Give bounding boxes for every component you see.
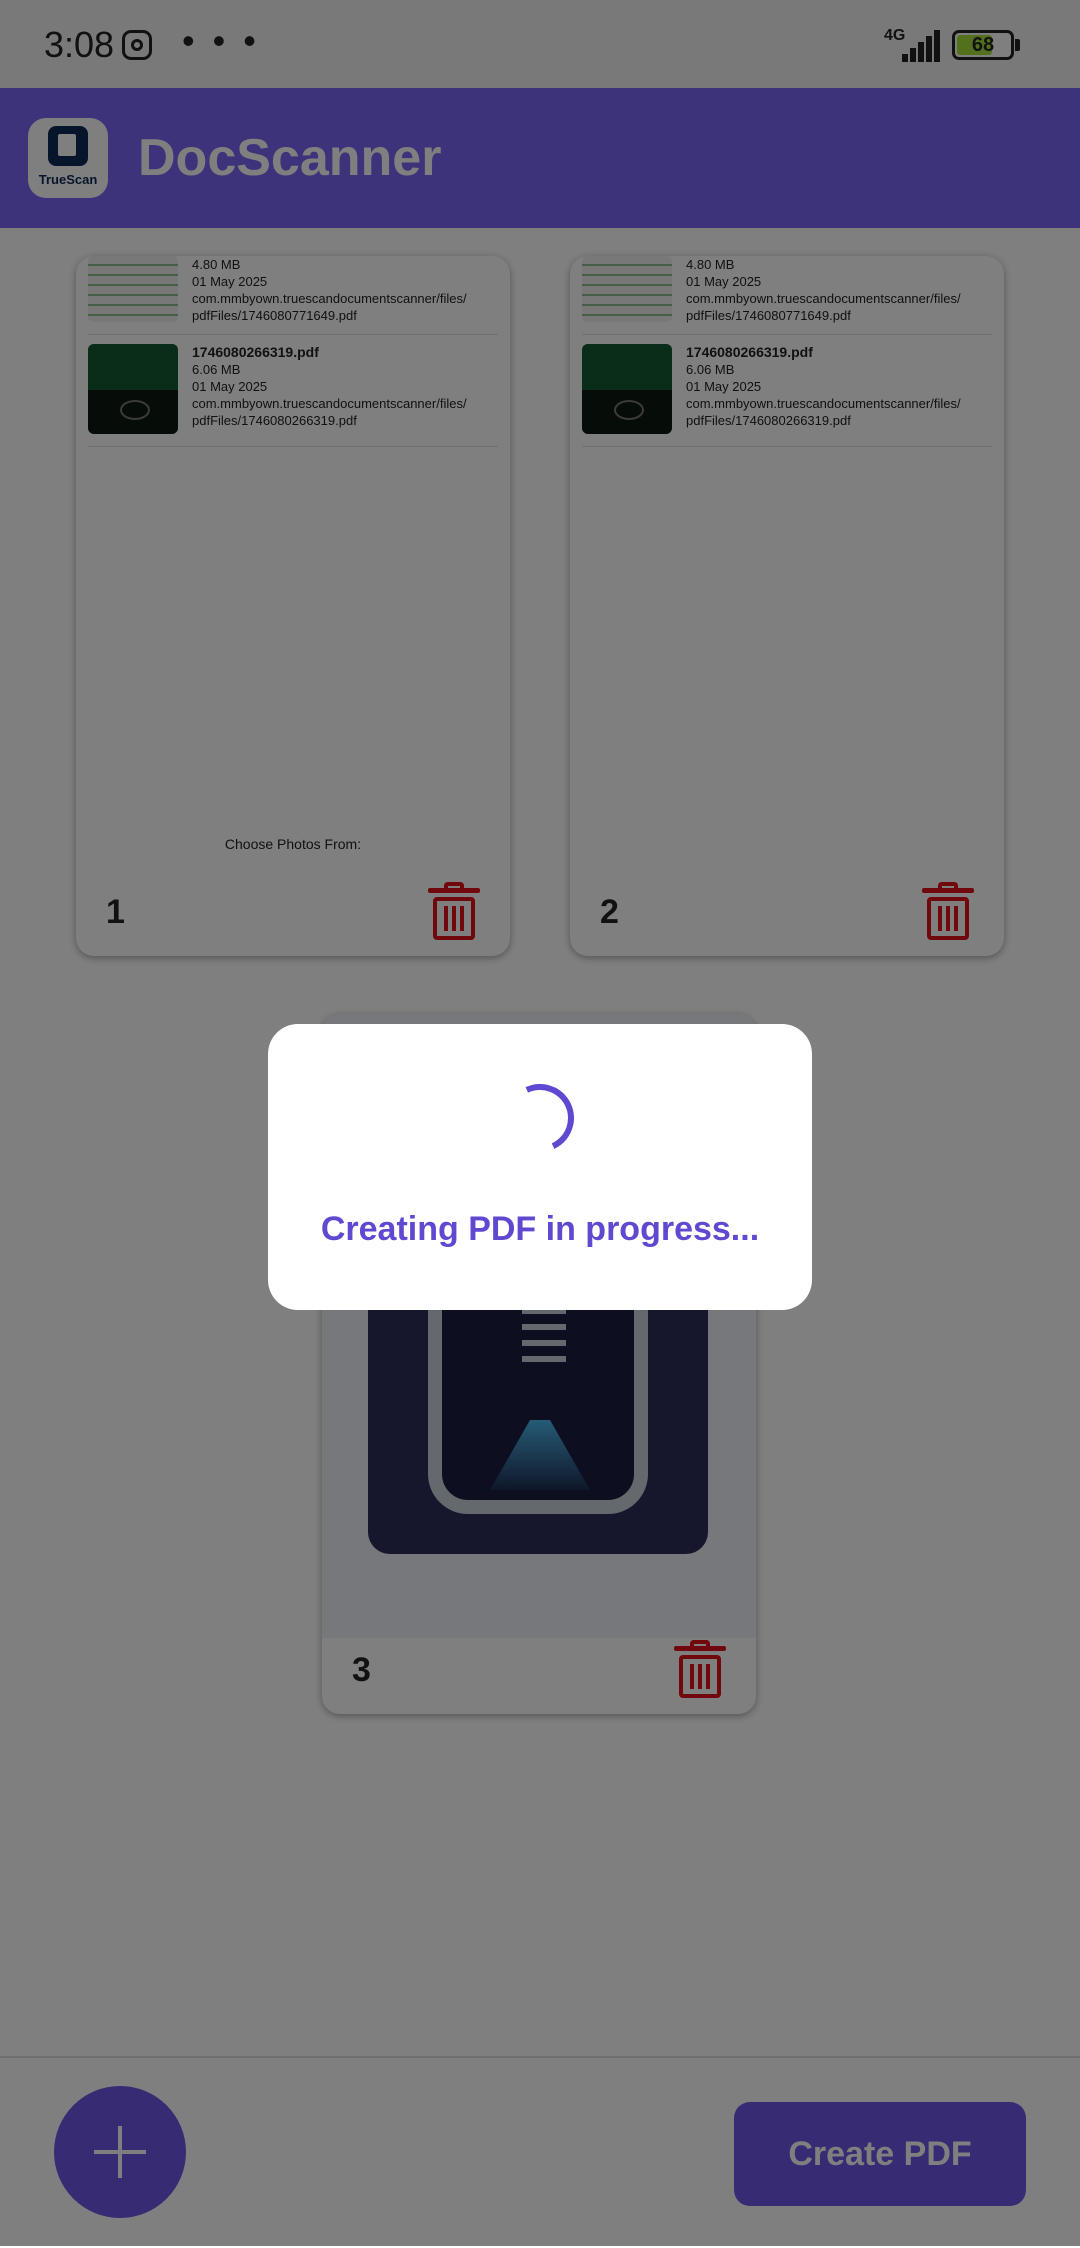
progress-message: Creating PDF in progress... [320,1210,760,1248]
loading-spinner-icon [496,1074,584,1162]
progress-dialog: Creating PDF in progress... [268,1024,812,1310]
